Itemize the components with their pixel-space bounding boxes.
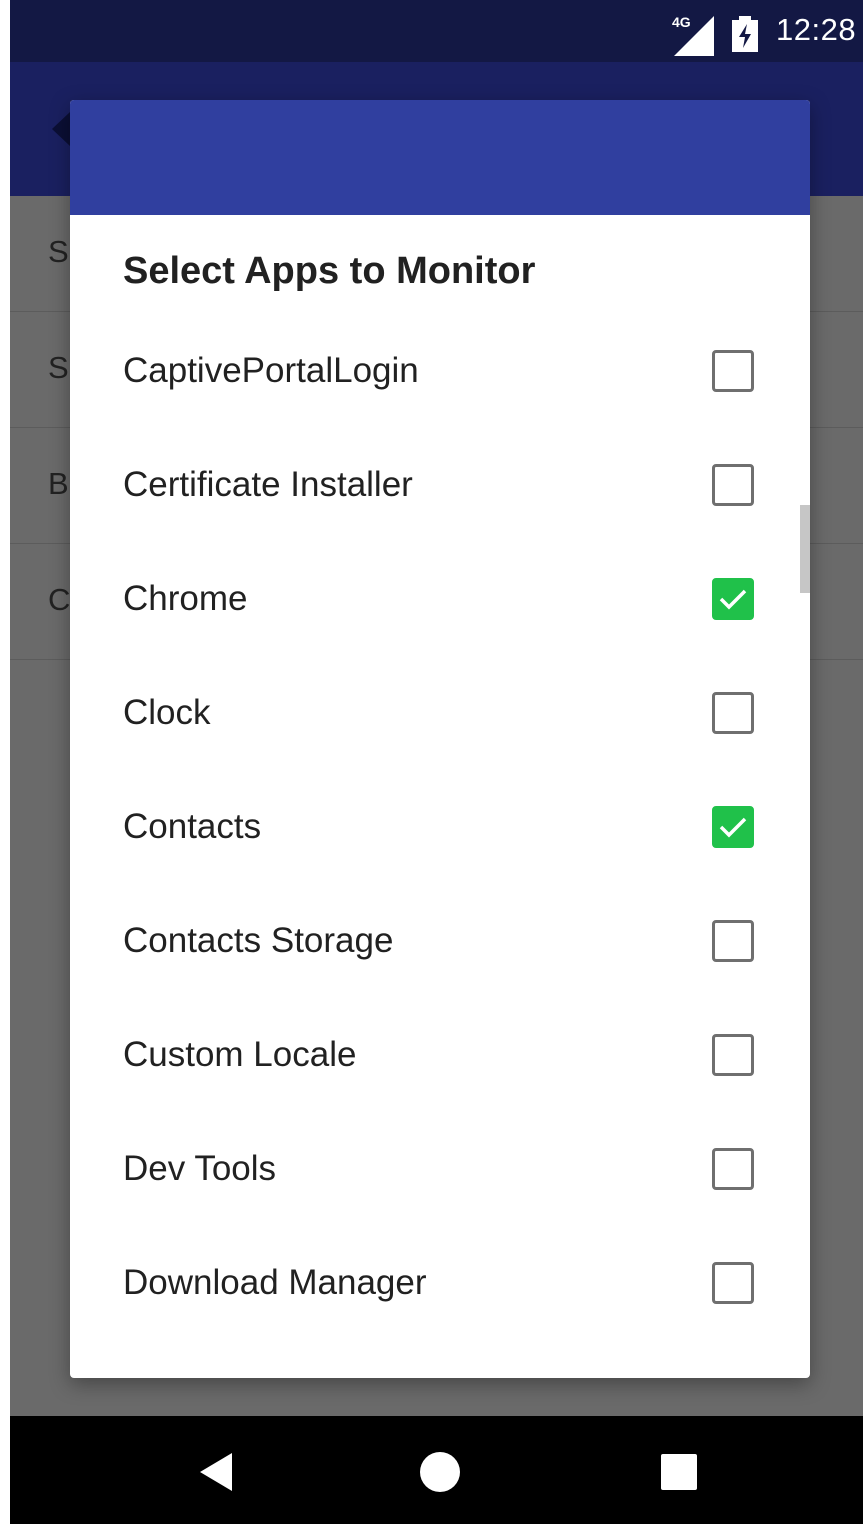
app-name: Download Manager	[123, 1263, 427, 1302]
app-checkbox[interactable]	[712, 920, 754, 962]
recents-icon[interactable]	[640, 1416, 720, 1524]
app-bar-back-icon[interactable]	[50, 112, 70, 146]
app-checkbox[interactable]	[712, 350, 754, 392]
checkmark-icon	[719, 817, 747, 838]
app-list-item[interactable]: Custom Locale	[70, 999, 810, 1113]
app-list-item[interactable]: Clock	[70, 657, 810, 771]
app-checkbox[interactable]	[712, 1262, 754, 1304]
home-icon[interactable]	[400, 1416, 480, 1524]
status-time: 12:28	[776, 12, 857, 47]
dialog-header	[70, 100, 810, 215]
background-item-label: S	[48, 234, 69, 269]
network-type-label: 4G	[672, 14, 691, 30]
app-name: Chrome	[123, 579, 248, 618]
app-checkbox[interactable]	[712, 1148, 754, 1190]
app-name: Contacts Storage	[123, 921, 394, 960]
app-list-item[interactable]: CaptivePortalLogin	[70, 315, 810, 429]
app-name: Custom Locale	[123, 1035, 357, 1074]
background-item-label: B	[48, 466, 69, 501]
app-list-item[interactable]: Contacts Storage	[70, 885, 810, 999]
app-name: Clock	[123, 693, 211, 732]
status-bar: 4G 12:28	[10, 0, 863, 62]
app-name: Certificate Installer	[123, 465, 413, 504]
app-name: Dev Tools	[123, 1149, 277, 1188]
app-checkbox[interactable]	[712, 464, 754, 506]
app-list-item[interactable]: Contacts	[70, 771, 810, 885]
app-checkbox-checked[interactable]	[712, 578, 754, 620]
background-item-label: S	[48, 350, 69, 385]
app-name: Contacts	[123, 807, 262, 846]
app-checkbox[interactable]	[712, 1034, 754, 1076]
dialog-title: Select Apps to Monitor	[123, 250, 536, 292]
app-checkbox-checked[interactable]	[712, 806, 754, 848]
checkmark-icon	[719, 589, 747, 610]
background-item-label: C	[48, 582, 71, 617]
app-list-item[interactable]: Certificate Installer	[70, 429, 810, 543]
app-name: CaptivePortalLogin	[123, 351, 419, 390]
select-apps-dialog: Select Apps to Monitor CaptivePortalLogi…	[70, 100, 810, 1378]
back-icon[interactable]	[175, 1416, 255, 1524]
battery-charging-icon	[732, 16, 758, 52]
app-list-item[interactable]: Download Manager	[70, 1227, 810, 1341]
app-list-item[interactable]: Dev Tools	[70, 1113, 810, 1227]
screen: 4G 12:28 S S B C Select Apps to Monitor	[0, 0, 863, 1524]
list-scrollbar[interactable]	[800, 505, 810, 593]
app-checkbox[interactable]	[712, 692, 754, 734]
navigation-bar	[10, 1416, 863, 1524]
app-list-item[interactable]: Chrome	[70, 543, 810, 657]
